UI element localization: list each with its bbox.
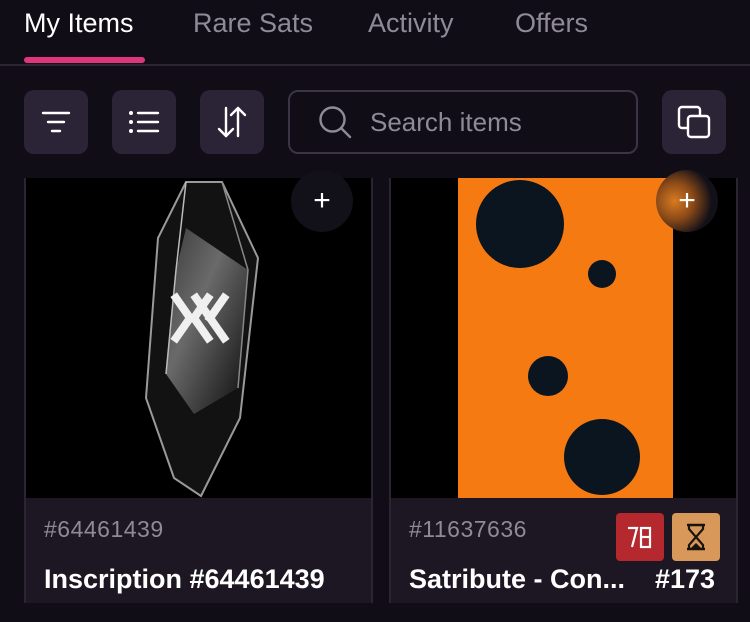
- copy-icon: [677, 105, 711, 139]
- list-view-button[interactable]: [112, 90, 176, 154]
- tab-my-items[interactable]: My Items: [24, 8, 134, 39]
- item-name: Inscription #64461439: [44, 564, 325, 594]
- plus-icon: +: [313, 184, 331, 217]
- tab-offers[interactable]: Offers: [515, 8, 588, 39]
- tab-rare-sats[interactable]: Rare Sats: [193, 8, 313, 39]
- add-item-button[interactable]: +: [656, 170, 718, 232]
- hourglass-icon: [687, 523, 705, 551]
- search-box[interactable]: [288, 90, 638, 154]
- sort-icon: [217, 106, 247, 138]
- tab-bar: My Items Rare Sats Activity Offers: [0, 0, 750, 66]
- sort-button[interactable]: [200, 90, 264, 154]
- item-id: #64461439: [44, 516, 164, 542]
- copy-button[interactable]: [662, 90, 726, 154]
- active-tab-indicator: [24, 57, 145, 63]
- list-view-icon: [129, 111, 160, 133]
- search-input[interactable]: [370, 106, 620, 138]
- satribute-badge[interactable]: [616, 513, 664, 561]
- bottom-edge: [0, 603, 750, 622]
- tab-activity[interactable]: Activity: [368, 8, 454, 39]
- satribute-78-icon: [628, 526, 652, 549]
- plus-icon: +: [678, 184, 696, 217]
- vintage-badge[interactable]: [672, 513, 720, 561]
- item-number: #173: [655, 564, 716, 594]
- item-card[interactable]: #64461439 Inscription #64461439: [24, 178, 373, 622]
- filter-button[interactable]: [24, 90, 88, 154]
- add-item-button[interactable]: +: [291, 170, 353, 232]
- search-icon: [319, 106, 352, 139]
- item-id: #11637636: [409, 516, 527, 542]
- item-name: Satribute - Con...: [409, 564, 625, 594]
- filter-icon: [41, 111, 71, 133]
